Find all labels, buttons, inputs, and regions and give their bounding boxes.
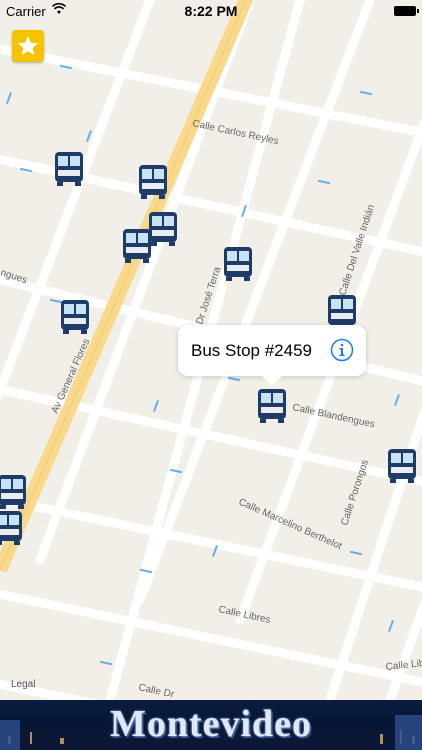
bus-stop-icon[interactable] <box>55 152 83 186</box>
city-banner: Montevideo <box>0 700 422 750</box>
bus-stop-icon[interactable] <box>388 449 416 483</box>
bus-stop-icon[interactable] <box>61 300 89 334</box>
bus-stop-icon[interactable] <box>0 511 22 545</box>
bus-stop-icon[interactable] <box>149 212 177 246</box>
favorites-button[interactable] <box>12 30 44 62</box>
callout-title: Bus Stop #2459 <box>191 341 312 360</box>
bus-stop-icon[interactable] <box>123 229 151 263</box>
battery-icon <box>394 6 419 16</box>
status-bar: Carrier 8:22 PM <box>0 0 422 22</box>
legal-link[interactable]: Legal <box>11 679 35 690</box>
star-icon <box>18 36 38 55</box>
bus-stop-callout[interactable]: Bus Stop #2459 <box>178 325 366 386</box>
clock-label: 8:22 PM <box>184 3 238 19</box>
info-icon[interactable] <box>330 338 354 362</box>
bus-stop-icon[interactable] <box>224 247 252 281</box>
bus-stop-icon-selected[interactable] <box>258 389 286 423</box>
banner-title: Montevideo <box>109 703 313 745</box>
bus-stop-icon[interactable] <box>139 165 167 199</box>
bus-stop-icon[interactable] <box>0 475 26 509</box>
bus-stop-icon[interactable] <box>328 295 356 329</box>
